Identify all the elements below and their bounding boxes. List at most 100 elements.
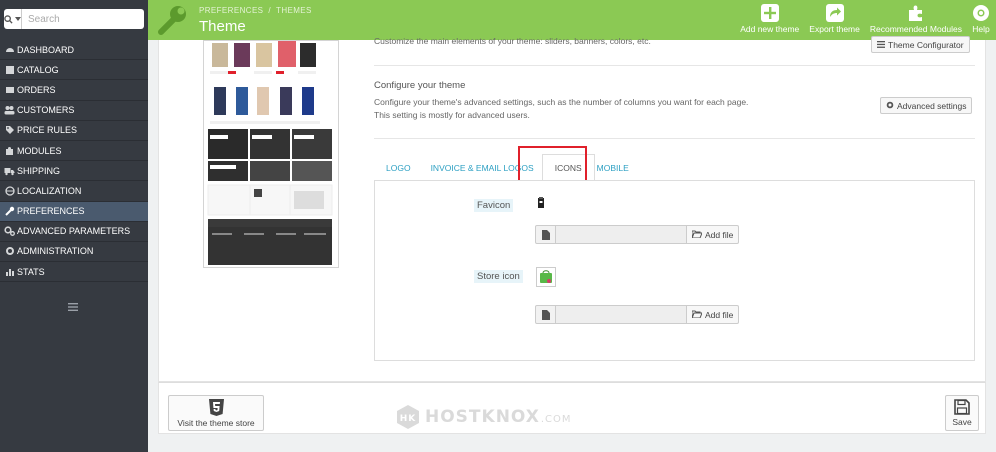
breadcrumb-separator: /	[268, 6, 272, 15]
watermark: HK HOSTKNOX .COM	[397, 405, 572, 429]
breadcrumb: PREFERENCES / THEMES	[199, 6, 312, 15]
sidebar-item-customers[interactable]: CUSTOMERS	[0, 100, 148, 121]
configure-description: Configure your theme's advanced settings…	[374, 97, 749, 120]
sidebar-item-stats[interactable]: STATS	[0, 262, 148, 283]
save-label: Save	[952, 417, 972, 427]
visit-theme-store-label: Visit the theme store	[177, 417, 255, 428]
menu-icon	[68, 303, 78, 311]
file-icon	[535, 225, 556, 244]
help-label: Help	[972, 24, 990, 34]
sidebar-item-label: ORDERS	[17, 84, 56, 95]
sidebar-nav: DASHBOARD CATALOG ORDERS CUSTOMERS PRICE…	[0, 40, 148, 283]
wrench-icon	[4, 206, 15, 217]
sidebar-item-advanced-parameters[interactable]: ADVANCED PARAMETERS	[0, 221, 148, 242]
sidebar-item-price-rules[interactable]: PRICE RULES	[0, 120, 148, 141]
sidebar-item-label: PREFERENCES	[17, 206, 85, 217]
export-theme-label: Export theme	[809, 24, 860, 34]
plus-square-icon	[760, 4, 779, 22]
catalog-icon	[4, 64, 15, 75]
sidebar-item-shipping[interactable]: SHIPPING	[0, 161, 148, 182]
sidebar-item-label: ADVANCED PARAMETERS	[17, 226, 131, 237]
recommended-modules-button[interactable]: Recommended Modules	[870, 0, 962, 40]
search-input[interactable]	[22, 10, 160, 28]
html5-icon	[208, 398, 224, 416]
search-scope-button[interactable]	[4, 9, 22, 29]
gear-icon	[4, 246, 15, 257]
bar-chart-icon	[4, 266, 15, 277]
breadcrumb-item[interactable]: THEMES	[276, 6, 312, 15]
help-button[interactable]: Help	[972, 0, 990, 40]
sidebar-item-label: STATS	[17, 266, 45, 277]
truck-icon	[4, 165, 15, 176]
sidebar-item-localization[interactable]: LOCALIZATION	[0, 181, 148, 202]
sidebar-item-administration[interactable]: ADMINISTRATION	[0, 241, 148, 263]
tab-logo[interactable]: LOGO	[374, 154, 423, 182]
add-file-label: Add file	[705, 229, 734, 240]
caret-down-icon	[15, 17, 21, 21]
sidebar-item-dashboard[interactable]: DASHBOARD	[0, 40, 148, 61]
floppy-disk-icon	[954, 399, 970, 415]
icons-tab-panel: Favicon Add file Store icon Add file	[374, 180, 975, 361]
price-tag-icon	[4, 125, 15, 136]
store-icon-add-file-button[interactable]: Add file	[687, 305, 740, 324]
add-new-theme-label: Add new theme	[740, 24, 800, 34]
sidebar-item-preferences[interactable]: PREFERENCES	[0, 201, 148, 222]
theme-panel: Customize the main elements of your them…	[158, 36, 986, 382]
breadcrumb-item[interactable]: PREFERENCES	[199, 6, 263, 15]
puzzle-icon	[4, 145, 15, 156]
hostknox-logo-letters: HK	[400, 414, 417, 424]
sidebar-item-label: ADMINISTRATION	[17, 246, 94, 257]
share-icon	[825, 4, 844, 22]
gear-icon	[886, 101, 894, 111]
save-button[interactable]: Save	[945, 395, 979, 431]
add-file-label: Add file	[705, 309, 734, 320]
customize-description: Customize the main elements of your them…	[374, 36, 651, 46]
customers-icon	[4, 105, 15, 116]
sidebar-item-label: LOCALIZATION	[17, 185, 82, 196]
sidebar-item-label: SHIPPING	[17, 165, 61, 176]
favicon-preview-icon	[536, 197, 546, 212]
sidebar: DASHBOARD CATALOG ORDERS CUSTOMERS PRICE…	[0, 0, 160, 452]
theme-configurator-button[interactable]: Theme Configurator	[871, 36, 970, 53]
add-new-theme-button[interactable]: Add new theme	[740, 0, 799, 40]
store-icon-preview	[536, 267, 556, 287]
advanced-settings-label: Advanced settings	[897, 100, 967, 111]
dashboard-icon	[4, 44, 15, 55]
sidebar-item-catalog[interactable]: CATALOG	[0, 60, 148, 81]
store-icon-label: Store icon	[474, 270, 523, 283]
store-icon-file-upload: Add file	[535, 305, 740, 324]
shopping-bag-icon	[540, 270, 552, 283]
watermark-tld: .COM	[540, 413, 572, 425]
wrench-logo-icon	[156, 4, 188, 39]
theme-preview-image	[203, 40, 339, 268]
watermark-text: HOSTKNOX	[425, 407, 540, 427]
sidebar-item-label: PRICE RULES	[17, 125, 78, 136]
store-icon-file-field[interactable]	[556, 305, 687, 324]
folder-open-icon	[691, 310, 703, 320]
search-box	[4, 9, 160, 29]
tab-icons[interactable]: ICONS	[541, 154, 595, 182]
advanced-settings-button[interactable]: Advanced settings	[880, 97, 973, 114]
cogs-icon	[4, 226, 15, 237]
tab-invoice-email-logos[interactable]: INVOICE & EMAIL LOGOS	[423, 154, 542, 182]
sidebar-item-label: MODULES	[17, 145, 62, 156]
orders-icon	[4, 84, 15, 95]
divider	[374, 65, 975, 66]
puzzle-icon	[908, 5, 922, 21]
file-icon	[535, 305, 556, 324]
recommended-modules-label: Recommended Modules	[869, 24, 962, 34]
favicon-file-field[interactable]	[556, 225, 687, 244]
panel-footer: Visit the theme store HK HOSTKNOX .COM Sa…	[158, 382, 986, 434]
visit-theme-store-button[interactable]: Visit the theme store	[168, 395, 264, 431]
folder-open-icon	[691, 230, 703, 240]
sidebar-item-label: CUSTOMERS	[17, 105, 75, 116]
search-icon	[4, 14, 13, 24]
theme-configurator-label: Theme Configurator	[888, 39, 964, 50]
favicon-add-file-button[interactable]: Add file	[687, 225, 740, 244]
export-theme-button[interactable]: Export theme	[809, 0, 860, 40]
sidebar-collapse-button[interactable]	[68, 300, 78, 314]
favicon-label: Favicon	[474, 199, 514, 212]
sidebar-item-modules[interactable]: MODULES	[0, 140, 148, 162]
tab-mobile[interactable]: MOBILE	[595, 154, 629, 182]
sidebar-item-orders[interactable]: ORDERS	[0, 80, 148, 101]
